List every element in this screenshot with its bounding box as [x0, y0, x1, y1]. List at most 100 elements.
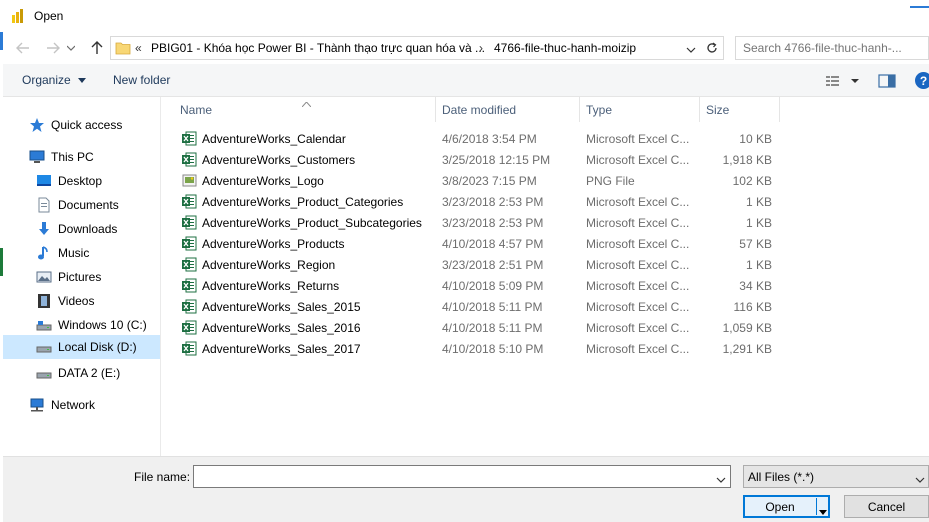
image-file-icon: [182, 173, 197, 188]
sidebar-item-label: Local Disk (D:): [58, 340, 137, 354]
file-date-modified: 4/10/2018 4:57 PM: [442, 237, 544, 251]
sidebar-item-drive-d[interactable]: Local Disk (D:): [3, 335, 160, 359]
new-folder-button[interactable]: New folder: [113, 73, 170, 87]
sidebar-item-drive-c[interactable]: Windows 10 (C:): [36, 313, 147, 337]
file-row[interactable]: AdventureWorks_Region 3/23/2018 2:51 PM Mi…: [178, 254, 778, 275]
file-name-dropdown-button[interactable]: [716, 473, 726, 487]
file-type: Microsoft Excel C...: [586, 300, 690, 314]
file-size: 116 KB: [733, 300, 772, 314]
sidebar-item-desktop[interactable]: Desktop: [36, 169, 102, 193]
file-type-filter[interactable]: All Files (*.*): [743, 465, 929, 488]
arrow-up-icon: [91, 41, 103, 54]
file-name-label: File name:: [134, 470, 191, 484]
address-bar[interactable]: « PBIG01 - Khóa học Power BI - Thành thạ…: [110, 36, 724, 60]
arrow-right-icon: [47, 42, 60, 54]
sidebar-item-documents[interactable]: Documents: [36, 193, 119, 217]
file-type: PNG File: [586, 174, 635, 188]
forward-button[interactable]: [42, 37, 64, 59]
file-size: 1 KB: [745, 216, 772, 230]
file-row[interactable]: AdventureWorks_Sales_2015 4/10/2018 5:11 …: [178, 296, 778, 317]
recent-locations-button[interactable]: [64, 37, 78, 59]
file-name-combobox[interactable]: [193, 465, 731, 488]
help-icon: ?: [919, 73, 928, 88]
excel-icon: [182, 236, 197, 251]
file-date-modified: 4/10/2018 5:11 PM: [442, 300, 543, 314]
file-row[interactable]: AdventureWorks_Products 4/10/2018 4:57 PM…: [178, 233, 778, 254]
organize-button[interactable]: Organize: [22, 73, 87, 87]
file-row[interactable]: AdventureWorks_Sales_2016 4/10/2018 5:11 …: [178, 317, 778, 338]
preview-pane-button[interactable]: [878, 72, 898, 90]
sidebar-item-music[interactable]: Music: [36, 241, 89, 265]
chevron-down-icon: [78, 78, 87, 84]
file-type: Microsoft Excel C...: [586, 153, 690, 167]
sidebar-item-label: Network: [51, 398, 96, 412]
file-date-modified: 3/8/2023 7:15 PM: [442, 174, 537, 188]
sidebar-item-label: Windows 10 (C:): [58, 318, 147, 332]
search-box[interactable]: [735, 36, 929, 60]
command-bar: Organize New folder ?: [3, 64, 929, 97]
address-dropdown-button[interactable]: [686, 43, 696, 57]
column-header-name[interactable]: Name: [174, 97, 436, 122]
file-row[interactable]: AdventureWorks_Product_Categories 3/23/20…: [178, 191, 778, 212]
search-input[interactable]: [743, 41, 913, 55]
chevron-down-icon: [67, 45, 75, 51]
excel-icon: [182, 341, 197, 356]
sidebar-item-label: Videos: [58, 294, 95, 308]
file-row[interactable]: AdventureWorks_Returns 4/10/2018 5:09 PM M…: [178, 275, 778, 296]
file-row[interactable]: AdventureWorks_Customers 3/25/2018 12:15 …: [178, 149, 778, 170]
column-header-date-modified[interactable]: Date modified: [436, 97, 580, 122]
excel-icon: [182, 215, 197, 230]
sidebar-item-this-pc[interactable]: This PC: [29, 145, 94, 169]
file-type: Microsoft Excel C...: [586, 342, 690, 356]
file-name: AdventureWorks_Calendar: [202, 132, 346, 146]
help-button[interactable]: ?: [915, 72, 929, 89]
file-name: AdventureWorks_Logo: [202, 174, 324, 188]
open-options-dropdown[interactable]: [819, 504, 827, 518]
breadcrumb-separator-icon: ›: [479, 41, 483, 55]
sidebar-item-pictures[interactable]: Pictures: [36, 265, 101, 289]
file-size: 1,059 KB: [722, 321, 772, 335]
up-button[interactable]: [86, 37, 108, 59]
file-date-modified: 3/23/2018 2:53 PM: [442, 216, 544, 230]
column-header-type[interactable]: Type: [580, 97, 700, 122]
file-name: AdventureWorks_Region: [202, 258, 336, 272]
breadcrumb-segment[interactable]: PBIG01 - Khóa học Power BI - Thành thạo …: [151, 41, 485, 55]
refresh-button[interactable]: [702, 38, 722, 58]
file-type: Microsoft Excel C...: [586, 237, 690, 251]
sidebar-item-label: Music: [58, 246, 90, 260]
breadcrumb-overflow[interactable]: «: [135, 41, 142, 55]
back-button[interactable]: [12, 37, 34, 59]
file-name: AdventureWorks_Returns: [202, 279, 340, 293]
file-type: Microsoft Excel C...: [586, 132, 690, 146]
sidebar-item-downloads[interactable]: Downloads: [36, 217, 117, 241]
drive-icon: [36, 317, 52, 333]
file-row[interactable]: AdventureWorks_Product_Subcategories 3/23…: [178, 212, 778, 233]
open-button[interactable]: Open: [743, 495, 830, 518]
file-size: 57 KB: [739, 237, 772, 251]
file-name: AdventureWorks_Customers: [202, 153, 356, 167]
change-view-button[interactable]: [825, 72, 861, 90]
file-row[interactable]: AdventureWorks_Calendar 4/6/2018 3:54 PM M…: [178, 128, 778, 149]
sidebar-item-drive-e[interactable]: DATA 2 (E:): [36, 361, 120, 385]
breadcrumb-segment[interactable]: 4766-file-thuc-hanh-moizip: [494, 41, 636, 55]
file-size: 34 KB: [739, 279, 772, 293]
file-date-modified: 4/10/2018 5:09 PM: [442, 279, 544, 293]
file-name: AdventureWorks_Products: [202, 237, 345, 251]
file-name-input[interactable]: [198, 470, 698, 484]
cancel-button[interactable]: Cancel: [844, 495, 929, 518]
file-type: Microsoft Excel C...: [586, 279, 690, 293]
file-date-modified: 4/6/2018 3:54 PM: [442, 132, 537, 146]
file-size: 1 KB: [745, 258, 772, 272]
file-type-filter-value: All Files (*.*): [748, 470, 815, 484]
file-row[interactable]: AdventureWorks_Logo 3/8/2023 7:15 PM PNG F…: [178, 170, 778, 191]
sidebar-item-label: Pictures: [58, 270, 102, 284]
sidebar-item-quick-access[interactable]: Quick access: [29, 113, 122, 137]
sidebar-item-videos[interactable]: Videos: [36, 289, 94, 313]
file-size: 1,918 KB: [722, 153, 772, 167]
file-row[interactable]: AdventureWorks_Sales_2017 4/10/2018 5:10 …: [178, 338, 778, 359]
excel-icon: [182, 152, 197, 167]
column-header-size[interactable]: Size: [700, 97, 780, 122]
star-icon: [29, 117, 45, 133]
downloads-icon: [36, 221, 52, 237]
sidebar-item-network[interactable]: Network: [29, 393, 95, 417]
